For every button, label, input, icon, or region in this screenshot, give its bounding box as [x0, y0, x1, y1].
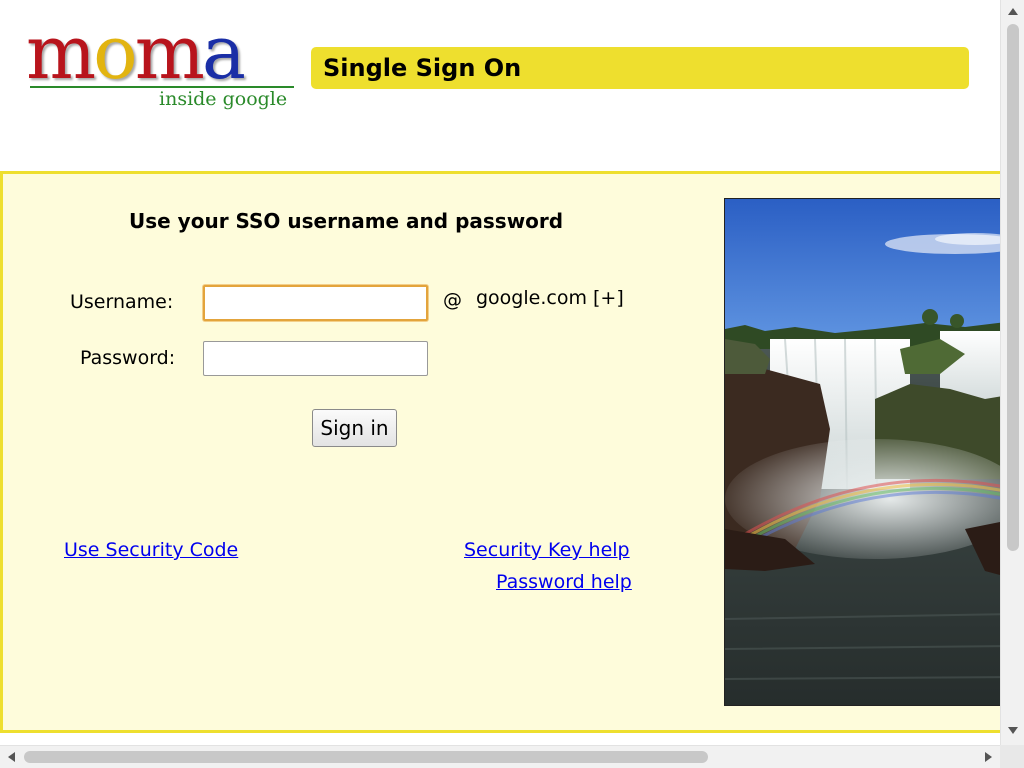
logo-letter-m2: m — [134, 10, 205, 96]
chevron-left-icon[interactable] — [8, 752, 15, 762]
chevron-right-icon[interactable] — [985, 752, 992, 762]
chevron-up-icon[interactable] — [1008, 8, 1018, 15]
page: moma inside google Single Sign On Use yo… — [0, 0, 1000, 745]
password-label: Password: — [80, 347, 176, 369]
horizontal-scroll-thumb[interactable] — [24, 751, 708, 763]
logo-letter-a: a — [201, 10, 246, 96]
page-title: Single Sign On — [311, 47, 969, 89]
vertical-scroll-thumb[interactable] — [1007, 24, 1019, 551]
vertical-scrollbar[interactable] — [1000, 0, 1024, 745]
logo-wordmark: moma — [26, 10, 246, 96]
logo-letter-m1: m — [26, 10, 96, 96]
chevron-down-icon[interactable] — [1008, 727, 1018, 734]
moma-logo[interactable]: moma inside google — [26, 16, 296, 118]
login-heading: Use your SSO username and password — [129, 209, 564, 233]
at-sign: @ — [443, 289, 462, 311]
logo-letter-o: o — [93, 10, 138, 96]
horizontal-scrollbar[interactable] — [0, 745, 1000, 768]
login-panel: Use your SSO username and password Usern… — [0, 171, 1000, 733]
sign-in-button[interactable]: Sign in — [312, 409, 397, 447]
logo-tagline: inside google — [159, 88, 288, 110]
waterfall-photo — [724, 198, 1000, 706]
use-security-code-link[interactable]: Use Security Code — [64, 539, 238, 561]
waterfall-image — [725, 199, 1000, 705]
username-label: Username: — [70, 291, 174, 313]
scrollbar-corner — [1000, 745, 1024, 768]
password-input[interactable] — [203, 341, 428, 376]
password-help-link[interactable]: Password help — [496, 571, 632, 593]
domain-selector[interactable]: google.com [+] — [476, 287, 624, 309]
security-key-help-link[interactable]: Security Key help — [464, 539, 630, 561]
username-input[interactable] — [203, 285, 428, 321]
